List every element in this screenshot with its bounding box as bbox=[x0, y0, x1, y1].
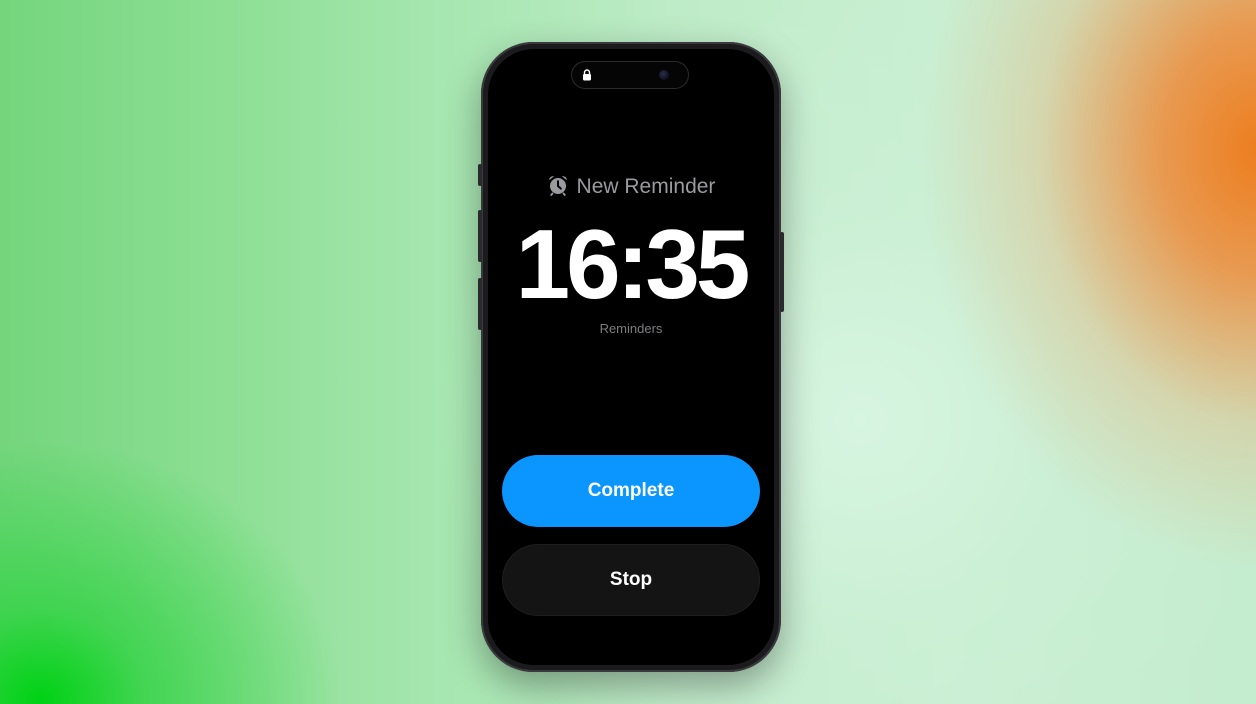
alarm-title: New Reminder bbox=[576, 175, 716, 198]
wallpaper-background: New Reminder 16:35 Reminders Complete St… bbox=[0, 0, 1256, 704]
power-button[interactable] bbox=[780, 232, 784, 312]
lock-screen: New Reminder 16:35 Reminders Complete St… bbox=[488, 49, 774, 665]
volume-up-button[interactable] bbox=[478, 210, 482, 262]
camera-icon bbox=[659, 70, 669, 80]
alarm-title-row: New Reminder bbox=[488, 174, 774, 199]
source-app-label: Reminders bbox=[599, 321, 663, 336]
volume-down-button[interactable] bbox=[478, 278, 482, 330]
lock-icon bbox=[583, 69, 591, 81]
alarm-time: 16:35 bbox=[515, 209, 751, 319]
dynamic-island bbox=[571, 61, 689, 89]
alarm-clock-icon bbox=[548, 176, 567, 196]
stop-button[interactable]: Stop bbox=[502, 544, 760, 616]
phone-frame: New Reminder 16:35 Reminders Complete St… bbox=[478, 42, 784, 672]
complete-button[interactable]: Complete bbox=[502, 455, 760, 527]
action-button[interactable] bbox=[478, 164, 482, 186]
